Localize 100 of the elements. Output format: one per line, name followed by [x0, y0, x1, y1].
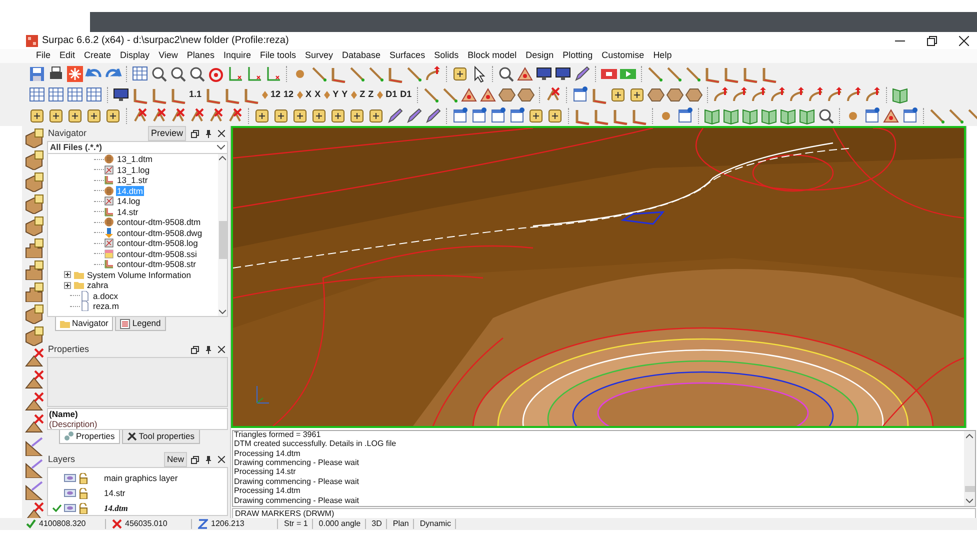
- layer-name[interactable]: 14.str: [104, 486, 126, 500]
- tree-item[interactable]: zahra: [86, 280, 110, 290]
- lock-icon[interactable]: [78, 472, 88, 484]
- eye-icon[interactable]: [64, 504, 76, 512]
- hexagon-icon[interactable]: [498, 86, 516, 104]
- document-icon[interactable]: [470, 106, 488, 124]
- block-icon[interactable]: [24, 150, 44, 170]
- block-icon[interactable]: [24, 304, 44, 324]
- line-icon[interactable]: [348, 64, 366, 82]
- scroll-down-icon[interactable]: [219, 309, 226, 314]
- tree-item[interactable]: contour-dtm-9508.str: [116, 259, 197, 270]
- eye-icon[interactable]: [64, 474, 76, 482]
- arrow-up-icon[interactable]: [750, 86, 768, 104]
- toolbar-button[interactable]: Z: [367, 86, 375, 104]
- toolbar-button[interactable]: D1: [384, 86, 398, 104]
- slope-icon[interactable]: [24, 436, 44, 456]
- document-icon[interactable]: [451, 106, 469, 124]
- scrollbar[interactable]: [964, 431, 975, 506]
- menu-item[interactable]: Surfaces: [390, 49, 426, 63]
- tree-item[interactable]: 14.str: [116, 206, 140, 217]
- arrow-up-icon[interactable]: [730, 86, 749, 104]
- box-icon[interactable]: [348, 106, 366, 124]
- line-icon[interactable]: [367, 64, 385, 82]
- slope-icon[interactable]: [24, 480, 44, 500]
- menu-item[interactable]: Solids: [434, 49, 459, 63]
- scrollbar[interactable]: [218, 154, 227, 316]
- filter-dropdown[interactable]: All Files (.*.*): [47, 141, 228, 154]
- tree-item[interactable]: 13_1.dtm: [116, 154, 154, 164]
- arrow-up-icon[interactable]: [826, 86, 844, 104]
- toolbar-button[interactable]: X: [314, 86, 322, 104]
- book-icon[interactable]: [703, 106, 721, 124]
- block-icon[interactable]: [24, 128, 44, 148]
- book-icon[interactable]: [798, 106, 816, 124]
- toolbar-button[interactable]: X: [304, 86, 313, 104]
- tree-item[interactable]: 13_1.str: [116, 175, 149, 186]
- steps-icon[interactable]: [24, 260, 44, 280]
- arrow-up-icon[interactable]: [844, 86, 863, 104]
- zoom-icon[interactable]: [150, 64, 168, 82]
- block-delete-icon[interactable]: [24, 392, 44, 412]
- steps-icon[interactable]: [24, 238, 44, 258]
- float-icon[interactable]: [191, 130, 199, 138]
- line-icon[interactable]: [684, 64, 702, 82]
- toolbar-button[interactable]: Z: [358, 86, 366, 104]
- float-icon[interactable]: [191, 456, 199, 464]
- menu-item[interactable]: Planes: [186, 49, 214, 63]
- panel-tab[interactable]: Tool properties: [122, 430, 200, 444]
- block-delete-icon[interactable]: [24, 414, 44, 434]
- triangle-icon[interactable]: [460, 86, 478, 104]
- line-icon[interactable]: [405, 64, 423, 82]
- grid-icon[interactable]: [66, 86, 84, 104]
- block-delete-icon[interactable]: [24, 370, 44, 390]
- zoom-icon[interactable]: [497, 64, 515, 82]
- document-icon[interactable]: [508, 106, 526, 124]
- grid-icon[interactable]: [28, 86, 46, 104]
- menu-item[interactable]: Block model: [468, 49, 517, 63]
- zoom-icon[interactable]: [169, 64, 187, 82]
- burst-icon[interactable]: [66, 64, 84, 82]
- menu-item[interactable]: Customise: [602, 49, 644, 63]
- menu-item[interactable]: Database: [342, 49, 381, 63]
- panel-tab[interactable]: Legend: [115, 317, 166, 331]
- box-icon[interactable]: [47, 106, 65, 124]
- menu-item[interactable]: File: [36, 49, 51, 63]
- book-icon[interactable]: [890, 86, 909, 104]
- hexagon-icon[interactable]: [516, 86, 535, 104]
- check-icon[interactable]: [52, 504, 62, 512]
- menu-item[interactable]: Plotting: [562, 49, 593, 63]
- menu-item[interactable]: Edit: [60, 49, 76, 63]
- preview-button[interactable]: Preview: [148, 126, 186, 142]
- block-delete-icon[interactable]: [24, 348, 44, 368]
- menu-item[interactable]: Create: [84, 49, 112, 63]
- tree-item[interactable]: 14.log: [116, 196, 142, 206]
- menu-item[interactable]: File tools: [260, 49, 296, 63]
- close-icon[interactable]: [218, 346, 225, 354]
- tree-item[interactable]: contour-dtm-9508.dtm: [116, 217, 202, 228]
- toolbar-button[interactable]: Y: [332, 86, 340, 104]
- toolbar-button[interactable]: D1: [399, 86, 413, 104]
- block-icon[interactable]: [24, 216, 44, 236]
- book-icon[interactable]: [741, 106, 759, 124]
- toolbar-button[interactable]: 1.1: [188, 86, 203, 104]
- monitor-icon[interactable]: [554, 64, 572, 82]
- grid-icon[interactable]: [85, 86, 103, 104]
- triangle-icon[interactable]: [516, 64, 534, 82]
- arrow-up-icon[interactable]: [424, 64, 442, 82]
- menu-item[interactable]: View: [158, 49, 178, 63]
- slope-icon[interactable]: [24, 458, 44, 478]
- tree-item[interactable]: System Volume Information: [86, 270, 192, 280]
- pin-icon[interactable]: [205, 456, 212, 464]
- lock-icon[interactable]: [78, 502, 88, 514]
- scroll-thumb[interactable]: [218, 221, 226, 259]
- expand-icon[interactable]: [64, 271, 71, 278]
- pin-icon[interactable]: [205, 130, 212, 138]
- zoom-icon[interactable]: [188, 64, 206, 82]
- menu-item[interactable]: Help: [653, 49, 672, 63]
- tree-item[interactable]: contour-dtm-9508.dwg: [116, 228, 204, 238]
- save-icon[interactable]: [28, 64, 46, 82]
- zoom-icon[interactable]: [817, 106, 835, 124]
- scroll-down-icon[interactable]: [966, 498, 973, 503]
- arrow-up-icon[interactable]: [712, 86, 730, 104]
- tree-item[interactable]: 13_1.log: [116, 164, 151, 175]
- menu-item[interactable]: Survey: [305, 49, 334, 63]
